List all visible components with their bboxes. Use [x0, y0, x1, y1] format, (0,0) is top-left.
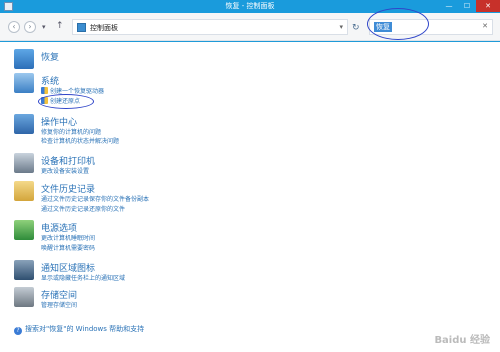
control-panel-window: 恢复 - 控制面板 — ☐ ✕ ‹ › ▾ ↑ 控制面板 ▾ ↻ 恢复 ✕ 恢复 [0, 0, 500, 352]
link-show-hide-notifications[interactable]: 显示或隐藏任务栏上的通知区域 [41, 273, 125, 282]
section-power-options: 电源选项 更改计算机睡眠时间 唤醒计算机需要密码 [14, 220, 214, 254]
help-icon: ? [14, 327, 22, 335]
recovery-icon [14, 49, 34, 69]
system-icon [14, 73, 34, 93]
section-system: 系统 创建一个恢复驱动器 创建还原点 [14, 73, 214, 113]
section-file-history: 文件历史记录 通过文件历史记录保存你的文件备份副本 通过文件历史记录还原你的文件 [14, 181, 234, 217]
recent-dropdown-icon[interactable]: ▾ [42, 23, 46, 31]
printer-icon [14, 153, 34, 173]
refresh-icon[interactable]: ↻ [352, 23, 360, 33]
link-check-status[interactable]: 检查计算机的状态并解决问题 [41, 136, 119, 145]
battery-icon [14, 220, 34, 240]
link-save-backup[interactable]: 通过文件历史记录保存你的文件备份副本 [41, 194, 149, 203]
section-notification-icons: 通知区域图标 显示或隐藏任务栏上的通知区域 [14, 260, 234, 286]
clear-search-icon[interactable]: ✕ [482, 22, 488, 30]
link-manage-storage[interactable]: 管理存储空间 [41, 300, 77, 309]
forward-arrow-icon[interactable]: › [24, 21, 36, 33]
window-controls: — ☐ ✕ [440, 0, 500, 12]
section-devices-printers: 设备和打印机 更改设备安装设置 [14, 153, 214, 181]
link-device-install-settings[interactable]: 更改设备安装设置 [41, 166, 89, 175]
section-title[interactable]: 恢复 [41, 50, 59, 63]
window-title: 恢复 - 控制面板 [225, 2, 275, 10]
file-history-icon [14, 181, 34, 201]
link-restore-files[interactable]: 通过文件历史记录还原你的文件 [41, 204, 125, 213]
address-path: 控制面板 [90, 24, 118, 32]
minimize-button[interactable]: — [440, 0, 458, 12]
close-button[interactable]: ✕ [476, 0, 500, 12]
results-pane: 恢复 系统 创建一个恢复驱动器 创建还原点 操作中心 修复你的计算机的问题 检查… [0, 42, 500, 352]
shield-icon [41, 87, 48, 94]
back-arrow-icon[interactable]: ‹ [8, 21, 20, 33]
flag-icon [14, 114, 34, 134]
storage-icon [14, 287, 34, 307]
section-storage-spaces: 存储空间 管理存储空间 [14, 287, 214, 313]
link-fix-problems[interactable]: 修复你的计算机的问题 [41, 127, 101, 136]
taskbar-icon [14, 260, 34, 280]
address-field[interactable]: 控制面板 ▾ [72, 19, 348, 35]
maximize-button[interactable]: ☐ [458, 0, 476, 12]
address-bar-row: ‹ › ▾ ↑ 控制面板 ▾ ↻ 恢复 ✕ [0, 8, 500, 41]
restore-point-annotation-circle [38, 94, 94, 109]
help-support-link[interactable]: ? 搜索对"恢复"的 Windows 帮助和支持 [14, 324, 144, 335]
chevron-down-icon[interactable]: ▾ [339, 23, 343, 31]
link-wake-password[interactable]: 唤醒计算机需要密码 [41, 243, 95, 252]
section-action-center: 操作中心 修复你的计算机的问题 检查计算机的状态并解决问题 [14, 114, 214, 148]
link-sleep-time[interactable]: 更改计算机睡眠时间 [41, 233, 95, 242]
search-annotation-circle [367, 8, 429, 40]
section-recovery: 恢复 [14, 49, 214, 73]
control-panel-icon [77, 23, 86, 32]
up-arrow-icon[interactable]: ↑ [56, 21, 64, 31]
title-bar: 恢复 - 控制面板 — ☐ ✕ [0, 0, 500, 13]
help-link-text: 搜索对"恢复"的 Windows 帮助和支持 [25, 325, 145, 333]
watermark: Baidu 经验 [434, 335, 490, 346]
